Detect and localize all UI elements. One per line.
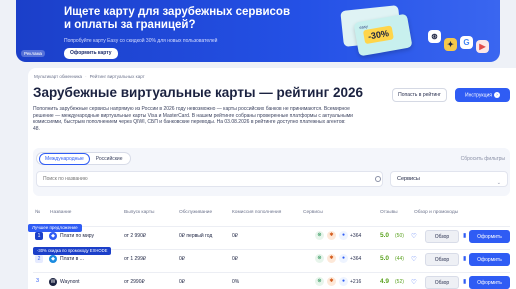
google-icon: G	[460, 36, 473, 49]
breadcrumb-item[interactable]: Мультикарт обменника	[34, 74, 82, 79]
column-header: Выпуск карты	[124, 210, 155, 215]
app-icon: ▶	[476, 40, 489, 53]
more-services-count: +364	[350, 256, 362, 262]
breadcrumb-item: Рейтинг виртуальных карт	[89, 74, 145, 79]
reset-filters-link[interactable]: Сбросить фильтры	[461, 156, 505, 162]
openai-icon: ⊛	[315, 231, 324, 240]
banner-title: Ищете карту для зарубежных сервисов и оп…	[64, 6, 291, 31]
provider-logo: ◆	[49, 255, 57, 263]
issue-price: от 2990₽	[124, 279, 145, 285]
delete-icon[interactable]: ▮	[463, 232, 466, 239]
row-number: 2	[35, 255, 43, 263]
app-icon: ✱	[327, 277, 336, 286]
google-icon: ●	[339, 277, 348, 286]
breadcrumb: Мультикарт обменника · Рейтинг виртуальных…	[34, 74, 145, 79]
breadcrumb-separator: ·	[85, 74, 87, 79]
issue-price: от 1 299₽	[124, 256, 147, 262]
google-icon: ●	[339, 254, 348, 263]
table-row[interactable]: 3 W Waynont от 2990₽ 0₽ 0% ⊛ ✱ ● +216 4.…	[33, 272, 510, 289]
promo-code-badge[interactable]: -30% скидка по промокоду EXHODE	[33, 247, 112, 255]
page-title: Зарубежные виртуальные карты — рейтинг 2…	[33, 85, 363, 100]
region-tabs: Международные Российские	[36, 152, 131, 165]
app-icon: ✱	[327, 254, 336, 263]
promo-banner[interactable]: Ищете карту для зарубежных сервисов и оп…	[16, 0, 500, 62]
chevron-down-icon: ⌄	[496, 180, 501, 186]
column-header: Комиссия пополнения	[232, 210, 282, 215]
order-button[interactable]: Оформить	[469, 230, 510, 243]
delete-icon[interactable]: ▮	[463, 278, 466, 285]
search-input[interactable]	[36, 171, 383, 187]
intro-text: Пополнить зарубежные сервисы напрямую из…	[33, 106, 353, 132]
table-header: № Название Выпуск карты Обслуживание Ком…	[33, 210, 510, 220]
favorite-icon[interactable]: ♡	[411, 255, 417, 263]
page: Ищете карту для зарубежных сервисов и оп…	[0, 0, 516, 289]
review-button[interactable]: Обзор	[425, 230, 459, 243]
review-button[interactable]: Обзор	[425, 253, 459, 266]
row-number: 1	[35, 232, 43, 240]
banner-subtitle: Попробуйте карту Easy со скидкой 30% для…	[64, 38, 218, 44]
more-services-count: +216	[350, 279, 362, 285]
google-icon: ●	[339, 231, 348, 240]
provider-name[interactable]: Плати по миру	[60, 233, 94, 239]
rating-value: 5.0	[380, 255, 390, 262]
openai-icon: ⊛	[428, 30, 441, 43]
order-button[interactable]: Оформить	[469, 276, 510, 289]
openai-icon: ⊛	[315, 277, 324, 286]
delete-icon[interactable]: ▮	[463, 255, 466, 262]
column-header: Название	[50, 210, 72, 215]
filter-panel: Международные Российские Сбросить фильтр…	[33, 148, 510, 196]
order-button[interactable]: Оформить	[469, 253, 510, 266]
services-select-value: Сервисы	[397, 176, 420, 182]
row-number: 3	[36, 278, 40, 284]
arrow-right-icon: ›	[493, 91, 500, 98]
column-header: Сервисы	[303, 210, 323, 215]
column-header: Обзор и промокоды	[414, 210, 459, 215]
main-content: Мультикарт обменника · Рейтинг виртуальных…	[28, 68, 516, 289]
topup-fee: 0₽	[232, 233, 238, 239]
apple-icon	[303, 254, 312, 263]
tab-international[interactable]: Международные	[39, 152, 90, 165]
table-row[interactable]: 1 ◆ Плати по миру от 2 990₽ 0₽ первый го…	[33, 226, 510, 246]
rating-count[interactable]: (50)	[395, 233, 404, 239]
report-button[interactable]: Попасть в рейтинг	[392, 88, 447, 102]
service-fee: 0₽	[179, 256, 185, 262]
topup-fee: 0%	[232, 279, 240, 285]
star-icon: ✦	[444, 38, 457, 51]
favorite-icon[interactable]: ♡	[411, 232, 417, 240]
rating-value: 4.9	[380, 278, 390, 285]
banner-cta-button[interactable]: Оформить карту	[64, 48, 118, 59]
rating-count[interactable]: (44)	[395, 256, 404, 262]
provider-name[interactable]: Плати в ...	[60, 256, 84, 262]
provider-logo: W	[49, 278, 57, 286]
review-button[interactable]: Обзор	[425, 276, 459, 289]
rating-value: 5.0	[380, 232, 390, 239]
service-fee: 0₽ первый год	[179, 233, 213, 239]
tab-russian[interactable]: Российские	[91, 154, 128, 164]
services-select[interactable]: Сервисы ⌄	[390, 171, 508, 187]
provider-logo: ◆	[49, 232, 57, 240]
column-header: Обслуживание	[179, 210, 213, 215]
rating-count[interactable]: (52)	[395, 279, 404, 285]
service-fee: 0₽	[179, 279, 185, 285]
apple-icon	[303, 277, 312, 286]
apple-icon	[303, 231, 312, 240]
issue-price: от 2 990₽	[124, 233, 147, 239]
provider-name[interactable]: Waynont	[60, 279, 80, 285]
topup-fee: 0₽	[232, 256, 238, 262]
favorite-icon[interactable]: ♡	[411, 278, 417, 286]
column-header: №	[35, 210, 41, 215]
guide-button[interactable]: Инструкция ›	[455, 88, 510, 102]
openai-icon: ⊛	[315, 254, 324, 263]
more-services-count: +364	[350, 233, 362, 239]
guide-label: Инструкция	[465, 92, 492, 99]
best-offer-badge: Лучшее предложение	[28, 224, 82, 232]
column-header: Отзывы	[380, 210, 398, 215]
search-icon[interactable]	[375, 176, 381, 182]
app-icon: ✱	[327, 231, 336, 240]
ad-label: Реклама	[21, 50, 46, 57]
